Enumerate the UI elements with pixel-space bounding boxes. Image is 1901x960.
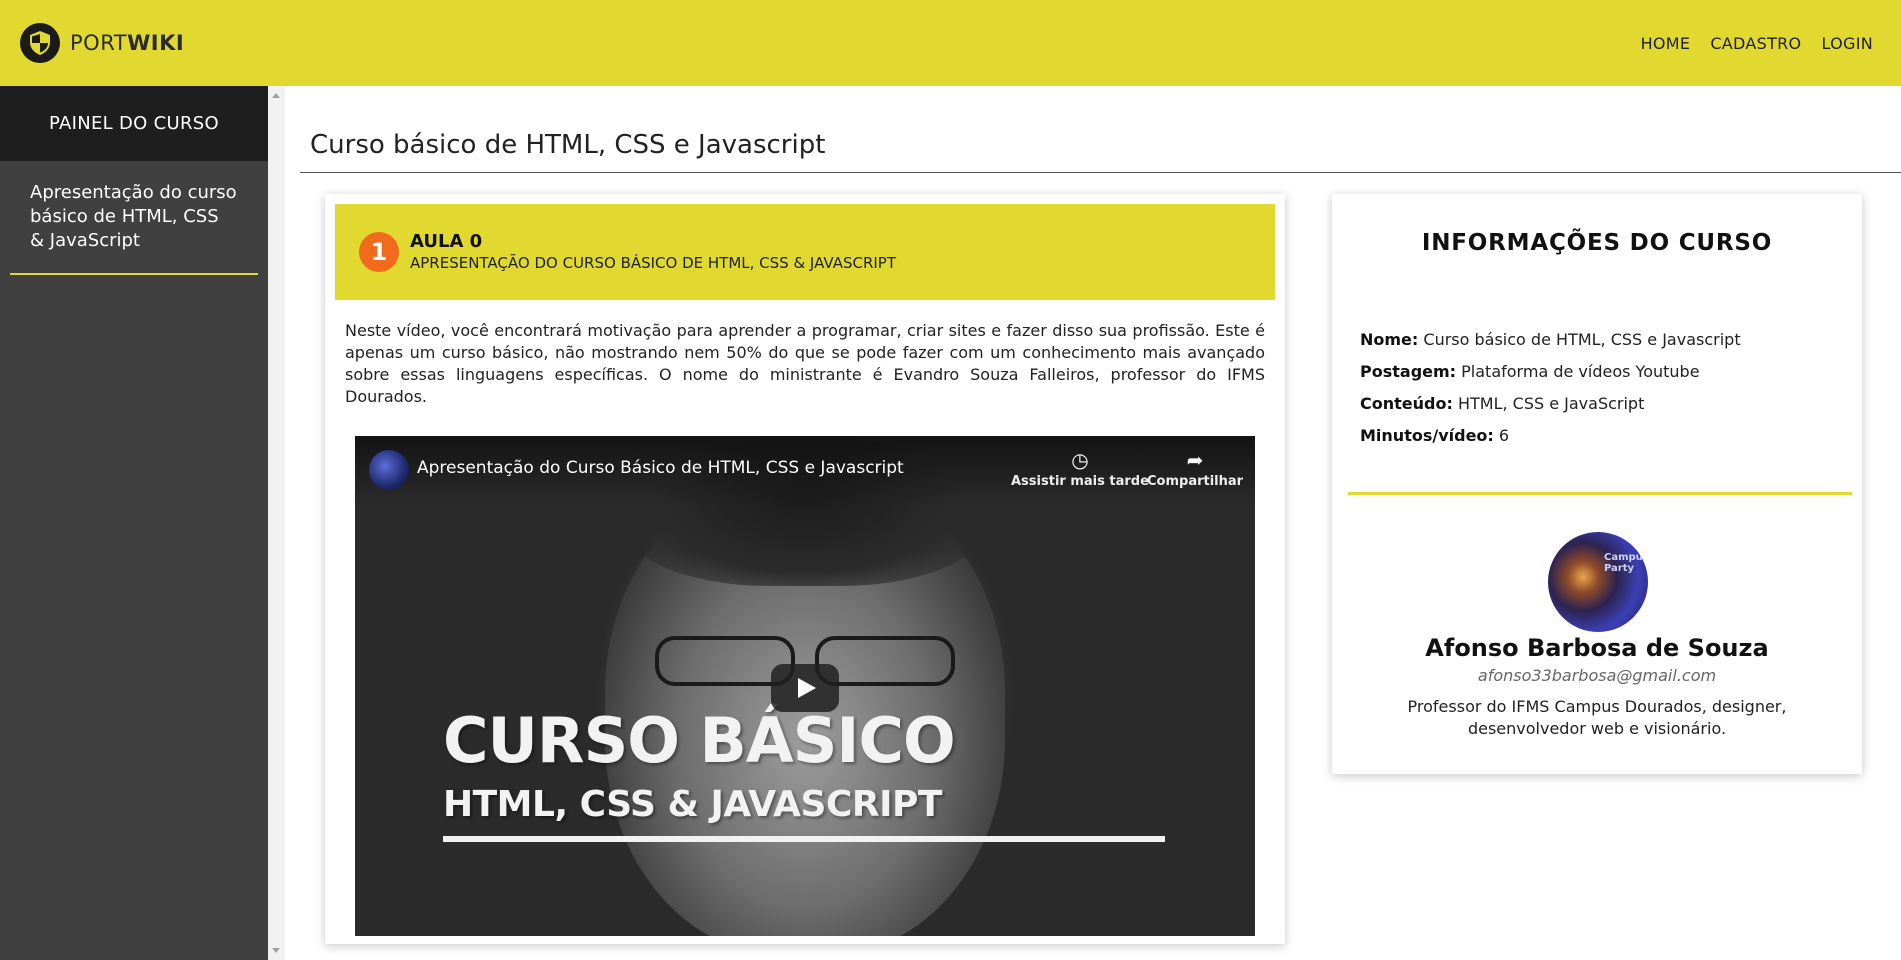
info-label: Minutos/vídeo: (1360, 426, 1494, 445)
author-name: Afonso Barbosa de Souza (1425, 634, 1769, 662)
info-field-minutos: Minutos/vídeo: 6 (1360, 420, 1741, 452)
nav-login-link[interactable]: LOGIN (1821, 34, 1873, 53)
share-button[interactable]: ➦ Compartilhar (1147, 448, 1243, 489)
brand[interactable]: PORTWIKI (20, 23, 184, 63)
nav-home-link[interactable]: HOME (1641, 34, 1691, 53)
lesson-title: AULA 0 (410, 231, 483, 252)
video-player[interactable]: Apresentação do Curso Básico de HTML, CS… (355, 436, 1255, 936)
brand-light: PORT (70, 31, 128, 55)
share-icon: ➦ (1186, 448, 1204, 472)
info-title: INFORMAÇÕES DO CURSO (1421, 230, 1773, 256)
page-title: Curso básico de HTML, CSS e Javascript (310, 130, 826, 160)
share-label: Compartilhar (1147, 474, 1244, 489)
author-email: afonso33barbosa@gmail.com (1477, 666, 1717, 685)
video-overlay-title: CURSO BÁSICO (443, 704, 956, 777)
play-button-icon[interactable] (771, 664, 839, 712)
channel-avatar[interactable] (369, 450, 409, 490)
info-field-nome: Nome: Curso básico de HTML, CSS e Javasc… (1360, 324, 1741, 356)
info-field-postagem: Postagem: Plataforma de vídeos Youtube (1360, 356, 1741, 388)
info-value: Plataforma de vídeos Youtube (1461, 362, 1700, 381)
author-avatar: Campus Party (1548, 532, 1648, 632)
avatar-text: Campus Party (1604, 552, 1648, 574)
sidebar-heading: PAINEL DO CURSO (0, 86, 268, 161)
lesson-subtitle: APRESENTAÇÃO DO CURSO BÁSICO DE HTML, CS… (410, 254, 897, 272)
main-nav: HOME CADASTRO LOGIN (1641, 34, 1873, 53)
brand-name: PORTWIKI (70, 31, 184, 55)
top-navbar: PORTWIKI HOME CADASTRO LOGIN (0, 0, 1901, 86)
clock-icon: ◷ (1071, 448, 1089, 472)
video-overlay-underline (443, 836, 1165, 842)
info-field-conteudo: Conteúdo: HTML, CSS e JavaScript (1360, 388, 1741, 420)
watch-later-button[interactable]: ◷ Assistir mais tarde (1011, 448, 1149, 489)
lesson-number-badge: 1 (359, 232, 399, 272)
lesson-description: Neste vídeo, você encontrará motivação p… (345, 321, 1265, 406)
info-value: 6 (1498, 426, 1510, 445)
video-title[interactable]: Apresentação do Curso Básico de HTML, CS… (417, 458, 904, 478)
nav-cadastro-link[interactable]: CADASTRO (1710, 34, 1801, 53)
info-label: Conteúdo: (1360, 394, 1453, 413)
course-sidebar: PAINEL DO CURSO Apresentação do curso bá… (0, 86, 268, 960)
info-divider (1348, 492, 1852, 495)
scroll-down-arrow-icon[interactable] (272, 948, 280, 953)
info-value: Curso básico de HTML, CSS e Javascript (1423, 330, 1741, 349)
title-divider (300, 172, 1901, 173)
video-overlay-subtitle: HTML, CSS & JAVASCRIPT (443, 784, 942, 825)
watch-later-label: Assistir mais tarde (1011, 474, 1149, 489)
scroll-up-arrow-icon[interactable] (272, 93, 280, 98)
course-info-card: INFORMAÇÕES DO CURSO Nome: Curso básico … (1332, 194, 1862, 774)
info-label: Nome: (1360, 330, 1419, 349)
lesson-card: 1 AULA 0 APRESENTAÇÃO DO CURSO BÁSICO DE… (325, 194, 1285, 944)
info-value: HTML, CSS e JavaScript (1457, 394, 1645, 413)
sidebar-scrollbar[interactable] (268, 86, 285, 960)
lesson-heading: AULA 0 APRESENTAÇÃO DO CURSO BÁSICO DE H… (410, 231, 896, 273)
info-fields: Nome: Curso básico de HTML, CSS e Javasc… (1360, 324, 1741, 452)
lesson-header: 1 AULA 0 APRESENTAÇÃO DO CURSO BÁSICO DE… (335, 204, 1275, 300)
author-bio: Professor do IFMS Campus Dourados, desig… (1407, 697, 1787, 738)
sidebar-item-lesson-0[interactable]: Apresentação do curso básico de HTML, CS… (10, 161, 258, 275)
shield-logo-icon (20, 23, 60, 63)
info-label: Postagem: (1360, 362, 1457, 381)
brand-bold: WIKI (127, 31, 185, 55)
